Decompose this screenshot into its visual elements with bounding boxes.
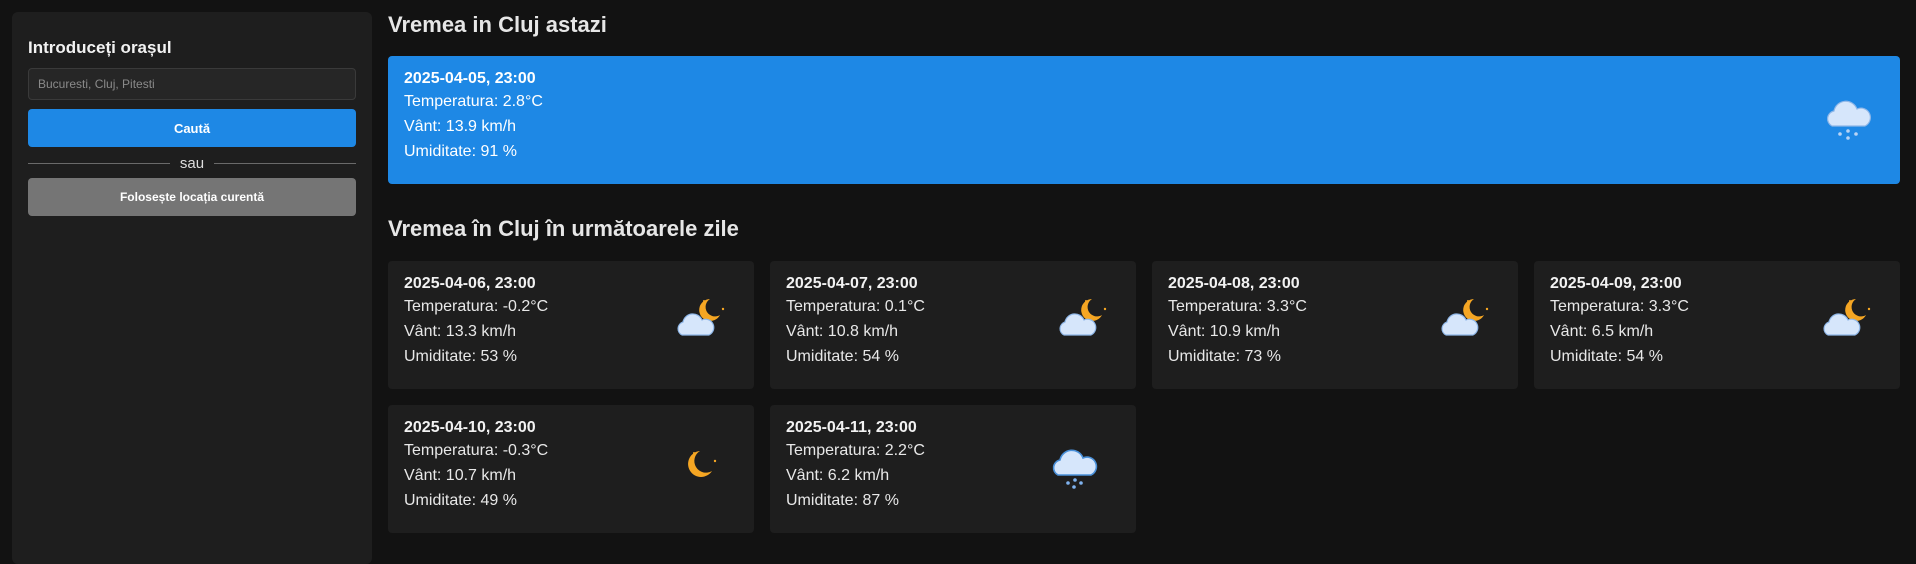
sidebar: Introduceți orașul Caută sau Folosește l…: [12, 12, 372, 564]
cloud-moon-icon: [1816, 291, 1876, 351]
divider-line-right: [214, 163, 356, 164]
today-humidity: Umiditate: 91 %: [404, 143, 517, 160]
today-heading: Vremea in Cluj astazi: [388, 12, 607, 37]
or-divider: sau: [28, 155, 356, 172]
moon-icon: [670, 435, 730, 495]
snow-cloud-icon: [1818, 90, 1878, 150]
forecast-card: 2025-04-07, 23:00 Temperatura: 0.1°C Vân…: [770, 261, 1136, 389]
today-wind: Vânt: 13.9 km/h: [404, 118, 517, 135]
cloud-moon-icon: [1434, 291, 1494, 351]
cloud-moon-icon: [1052, 291, 1112, 351]
city-input-label: Introduceți orașul: [28, 38, 172, 57]
divider-line-left: [28, 163, 170, 164]
today-weather-card: 2025-04-05, 23:00 Temperatura: 2.8°C Vân…: [388, 56, 1900, 184]
snow-cloud-icon: [1044, 439, 1104, 499]
forecast-card: 2025-04-09, 23:00 Temperatura: 3.3°C Vân…: [1534, 261, 1900, 389]
today-date: 2025-04-05, 23:00: [404, 70, 536, 87]
forecast-card: 2025-04-10, 23:00 Temperatura: -0.3°C Vâ…: [388, 405, 754, 533]
divider-text: sau: [179, 155, 205, 172]
use-current-location-button[interactable]: Folosește locația curentă: [28, 178, 356, 216]
forecast-card: 2025-04-11, 23:00 Temperatura: 2.2°C Vân…: [770, 405, 1136, 533]
forecast-date: 2025-04-11, 23:00: [786, 419, 917, 436]
search-button[interactable]: Caută: [28, 109, 356, 147]
forecast-card: 2025-04-06, 23:00 Temperatura: -0.2°C Vâ…: [388, 261, 754, 389]
cloud-moon-icon: [670, 291, 730, 351]
forecast-card: 2025-04-08, 23:00 Temperatura: 3.3°C Vân…: [1152, 261, 1518, 389]
forecast-heading: Vremea în Cluj în următoarele zile: [388, 216, 739, 241]
today-temperature: Temperatura: 2.8°C: [404, 93, 543, 110]
city-search-input[interactable]: [28, 68, 356, 100]
